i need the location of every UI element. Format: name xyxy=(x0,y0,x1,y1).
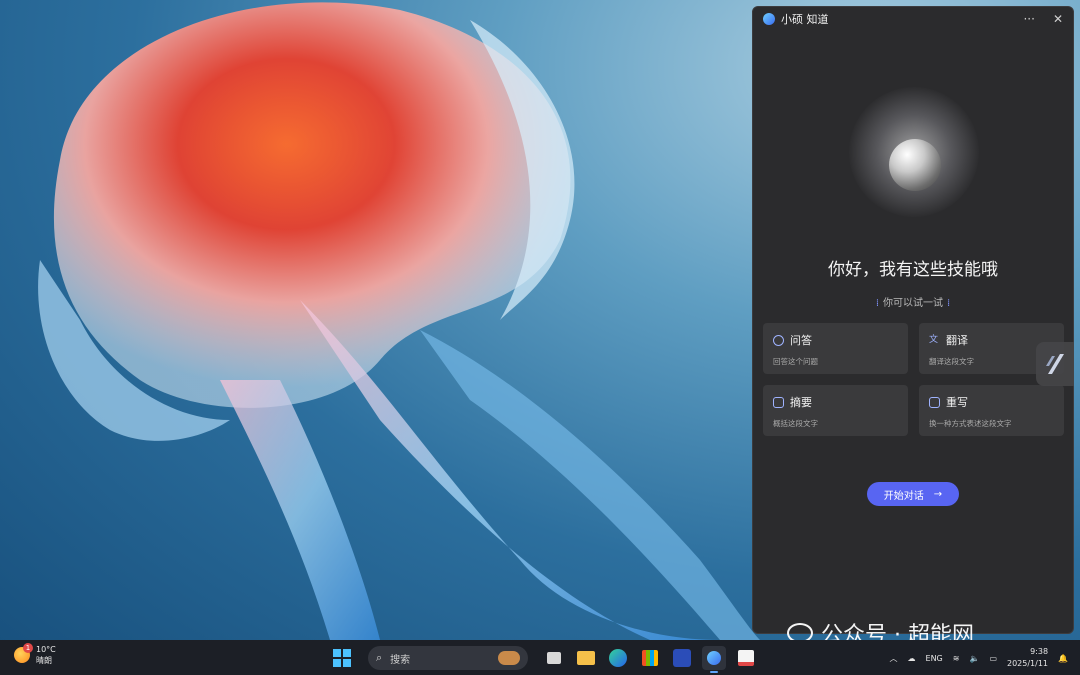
edge-browser-icon[interactable] xyxy=(606,646,630,670)
file-explorer-icon[interactable] xyxy=(574,646,598,670)
more-options-icon[interactable]: ··· xyxy=(1023,12,1034,26)
card-desc: 换一种方式表述这段文字 xyxy=(929,419,1012,428)
start-chat-button[interactable]: 开始对话 → xyxy=(867,482,959,506)
taskbar: 1 10°C 晴朗 ⌕ 搜索 ︿ ☁ ENG ≋ 🔈 ▭ 9:38 2025/1… xyxy=(0,640,1080,675)
app-logo-icon xyxy=(763,13,775,25)
hint-left-mark-icon: ⁞ xyxy=(875,298,879,309)
weather-temp: 10°C xyxy=(36,645,56,654)
language-indicator[interactable]: ENG xyxy=(926,654,943,663)
app-tile-icon[interactable] xyxy=(670,646,694,670)
orb-sphere-icon xyxy=(889,139,941,191)
notification-badge: 1 xyxy=(23,643,33,653)
panel-title: 小硕 知道 xyxy=(781,13,829,26)
hint-right-mark-icon: ⁞ xyxy=(947,298,951,309)
hint-text: ⁞ 你可以试一试 ⁞ xyxy=(753,294,1073,309)
clock-time: 9:38 xyxy=(1030,647,1049,656)
weather-cond: 晴朗 xyxy=(36,656,52,665)
summary-icon xyxy=(773,396,784,408)
bowl-illustration-icon xyxy=(498,651,520,665)
close-icon[interactable]: ✕ xyxy=(1053,12,1063,26)
chat-icon xyxy=(773,334,784,346)
search-icon: ⌕ xyxy=(376,651,383,664)
chevron-up-icon[interactable]: ︿ xyxy=(890,653,898,664)
weather-widget[interactable]: 1 10°C 晴朗 xyxy=(14,643,56,666)
rewrite-icon xyxy=(929,396,940,408)
taskbar-apps: ⌕ 搜索 xyxy=(330,644,758,673)
wifi-icon[interactable]: ≋ xyxy=(953,654,960,663)
greeting-text: 你好，我有这些技能哦 xyxy=(828,260,998,280)
task-view-icon[interactable] xyxy=(542,646,566,670)
panel-titlebar: 小硕 知道 ··· ✕ xyxy=(753,7,1073,31)
clock[interactable]: 9:38 2025/1/11 xyxy=(1007,646,1048,670)
cloud-off-icon[interactable]: ☁ xyxy=(908,654,916,663)
start-button[interactable] xyxy=(330,646,354,670)
start-chat-label: 开始对话 xyxy=(883,490,924,502)
search-placeholder: 搜索 xyxy=(390,654,411,666)
sun-icon: 1 xyxy=(14,643,33,663)
paint-app-icon[interactable] xyxy=(734,646,758,670)
active-indicator xyxy=(710,671,718,673)
assistant-orb xyxy=(753,67,1073,257)
card-title: 问答 xyxy=(790,334,812,347)
volume-muted-icon[interactable]: 🔈 xyxy=(969,654,979,663)
battery-icon[interactable]: ▭ xyxy=(989,654,997,663)
arrow-right-icon: → xyxy=(933,488,943,500)
card-summary[interactable]: 摘要 概括这段文字 xyxy=(763,385,908,436)
translate-icon: 文 xyxy=(929,334,939,345)
taskbar-search[interactable]: ⌕ 搜索 xyxy=(368,646,528,670)
assistant-taskbar-icon[interactable] xyxy=(702,646,726,673)
card-title: 摘要 xyxy=(790,396,812,409)
notification-bell-icon[interactable]: 🔔 xyxy=(1058,654,1068,663)
card-qa[interactable]: 问答 回答这个问题 xyxy=(763,323,908,374)
card-desc: 概括这段文字 xyxy=(773,419,818,428)
card-rewrite[interactable]: 重写 换一种方式表述这段文字 xyxy=(919,385,1064,436)
hint-label: 你可以试一试 xyxy=(883,298,943,309)
windows-logo-icon xyxy=(333,649,351,667)
system-tray: ︿ ☁ ENG ≋ 🔈 ▭ 9:38 2025/1/11 🔔 xyxy=(890,642,1068,674)
clock-date: 2025/1/11 xyxy=(1007,659,1049,668)
panel-side-tab[interactable] xyxy=(1036,342,1074,386)
card-title: 翻译 xyxy=(946,334,968,347)
card-title: 重写 xyxy=(946,396,968,409)
store-icon[interactable] xyxy=(638,646,662,670)
slash-logo-icon xyxy=(1046,354,1064,374)
card-desc: 回答这个问题 xyxy=(773,357,818,366)
assistant-panel: 小硕 知道 ··· ✕ 你好，我有这些技能哦 ⁞ 你可以试一试 ⁞ 问答 回答这个问… xyxy=(752,6,1074,634)
